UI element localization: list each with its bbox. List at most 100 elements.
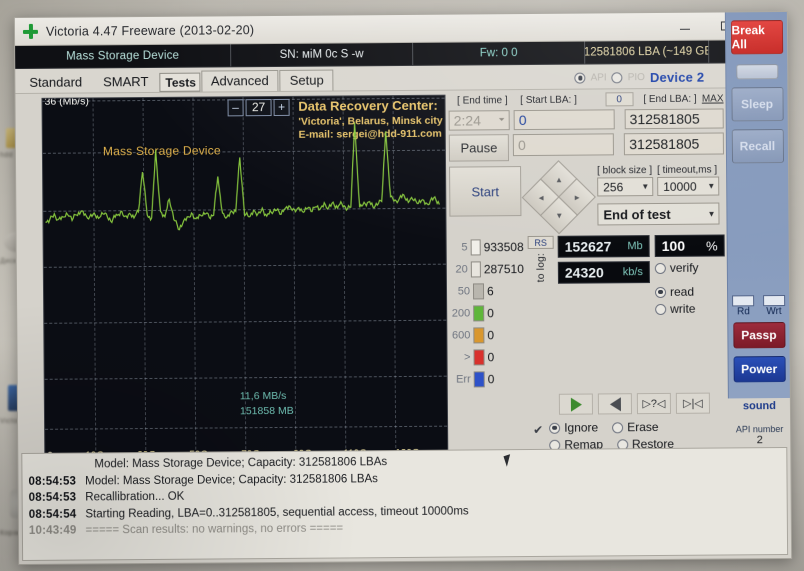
tab-standard[interactable]: Standard xyxy=(19,71,92,93)
rs-button[interactable]: RS xyxy=(527,235,554,250)
nav-skip-end-button[interactable]: ▷|◁ xyxy=(675,392,710,414)
zoom-in-button[interactable]: + xyxy=(273,98,290,117)
log-panel[interactable]: Model: Mass Storage Device; Capacity: 31… xyxy=(21,446,789,561)
end-time-value: 2:24 xyxy=(453,112,481,129)
percent-readout: 100 % xyxy=(654,234,725,258)
graph-panel: 36 (Mb/s) 31 25 20 15 10 5,2 0 0 19G 39G… xyxy=(15,91,449,480)
tab-tests[interactable]: Tests xyxy=(159,72,200,92)
percent-unit: % xyxy=(706,238,718,254)
chevron-down-icon: ▼ xyxy=(707,181,716,191)
volume-value: 152627 xyxy=(564,238,612,255)
stat-count: 0 xyxy=(487,372,495,387)
percent-value: 100 xyxy=(661,237,686,254)
break-all-button[interactable]: Break All xyxy=(730,20,783,55)
power-button[interactable]: Power xyxy=(733,356,786,383)
rd-checkbox[interactable] xyxy=(732,295,755,307)
check-icon[interactable]: ✔ xyxy=(533,423,543,437)
dpad-control[interactable]: ▲ ◄ ► ▼ xyxy=(521,160,596,235)
nav-play-button[interactable] xyxy=(558,393,593,415)
action-erase-label: Erase xyxy=(627,419,659,435)
sleep-button[interactable]: Sleep xyxy=(730,87,784,122)
right-button-column: Break All Sleep Recall Rd Wrt Passp Powe… xyxy=(724,11,790,446)
end-time-field[interactable]: 2:24 ⏷ xyxy=(448,110,510,131)
stat-swatch xyxy=(473,349,485,366)
stat-count: 0 xyxy=(487,328,495,343)
wrt-checkbox[interactable] xyxy=(762,295,785,307)
stat-swatch xyxy=(470,239,481,256)
block-size-label: [ block size ] xyxy=(597,165,653,177)
action-ignore-radio[interactable]: Ignore xyxy=(549,420,599,435)
speed-graph[interactable]: 36 (Mb/s) 31 25 20 15 10 5,2 0 0 19G 39G… xyxy=(41,94,449,462)
radio-api[interactable] xyxy=(574,72,586,84)
end-of-test-select[interactable]: End of test ▼ xyxy=(597,202,720,226)
mode-write-radio[interactable]: write xyxy=(655,301,725,316)
log-time: 08:54:54 xyxy=(28,508,77,521)
stat-row: > 0 xyxy=(450,346,524,369)
tab-smart[interactable]: SMART xyxy=(93,71,158,93)
blank-button[interactable] xyxy=(735,64,778,80)
speed-value: 24320 xyxy=(564,264,604,281)
desktop-icon-folder-label: hdd xyxy=(0,152,13,159)
stat-row: 50 6 xyxy=(450,280,524,303)
victoria-window: Victoria 4.47 Freeware (2013-02-20) ✕ Ma… xyxy=(13,10,793,566)
stat-count: 287510 xyxy=(483,262,524,277)
nav-skip-query-button[interactable]: ▷?◁ xyxy=(636,392,671,415)
stat-threshold: 5 xyxy=(461,241,468,254)
radio-pio[interactable] xyxy=(611,72,623,84)
timeout-select[interactable]: 10000 ▼ xyxy=(657,176,720,197)
speed-unit: kb/s xyxy=(622,266,643,279)
radio-icon-selected xyxy=(654,286,667,298)
nav-back-button[interactable] xyxy=(597,393,632,415)
pause-button[interactable]: Pause xyxy=(448,134,510,162)
back-icon xyxy=(609,396,621,411)
current-lba-field[interactable]: 0 xyxy=(512,133,615,157)
tab-advanced[interactable]: Advanced xyxy=(200,69,279,92)
stat-row: 200 0 xyxy=(450,302,524,325)
end-lba-field-2[interactable]: 312581805 xyxy=(624,132,724,156)
stat-swatch xyxy=(472,283,485,300)
recall-button[interactable]: Recall xyxy=(731,129,784,164)
end-lba-max-button[interactable]: MAX xyxy=(702,93,724,104)
rd-label: Rd xyxy=(736,306,750,318)
block-size-select[interactable]: 256 ▼ xyxy=(597,177,654,197)
log-time: 10:43:49 xyxy=(28,524,77,537)
zoom-out-button[interactable]: – xyxy=(227,99,244,117)
drive-serial: SN: мiM 0c S -w xyxy=(231,42,414,67)
mode-read-radio[interactable]: read xyxy=(654,284,725,299)
stat-threshold: Err xyxy=(456,373,471,386)
stat-threshold: 50 xyxy=(457,285,471,298)
mode-verify-radio[interactable]: verify xyxy=(654,260,725,275)
end-time-label: [ End time ] xyxy=(457,94,508,107)
log-message: Recallibration... OK xyxy=(85,490,185,504)
end-lba-label: [ End LBA: ] xyxy=(643,93,697,105)
action-erase-radio[interactable]: Erase xyxy=(612,419,659,435)
desktop-icon-disc-label: Диск xyxy=(0,258,17,265)
api-number-value: 2 xyxy=(756,434,763,447)
to-log-label: to log: xyxy=(535,252,547,283)
end-lba-field[interactable]: 312581805 xyxy=(624,108,724,130)
start-lba-field[interactable]: 0 xyxy=(513,109,615,131)
start-button[interactable]: Start xyxy=(449,166,522,217)
green-plus-icon xyxy=(23,24,38,39)
action-ignore-label: Ignore xyxy=(564,420,599,435)
radio-pio-label: PIO xyxy=(627,72,645,84)
stat-row: Err 0 xyxy=(451,368,525,391)
stat-count: 933508 xyxy=(483,240,524,255)
chevron-down-icon: ▼ xyxy=(554,210,563,220)
drive-firmware: Fw: 0 0 xyxy=(413,41,586,65)
radio-icon xyxy=(654,262,666,274)
mode-write-label: write xyxy=(670,301,696,316)
minimize-icon xyxy=(679,28,690,31)
drive-capacity: 312581806 LBA (~149 GB) xyxy=(585,40,710,64)
stat-count: 0 xyxy=(487,306,494,321)
stat-threshold: 200 xyxy=(451,307,471,320)
main-body: 36 (Mb/s) 31 25 20 15 10 5,2 0 0 19G 39G… xyxy=(15,11,790,483)
sound-label[interactable]: sound xyxy=(729,400,790,412)
radio-icon-selected xyxy=(549,422,561,434)
minimize-button[interactable] xyxy=(665,13,705,39)
tab-setup[interactable]: Setup xyxy=(279,69,334,91)
device-label[interactable]: Device 2 xyxy=(650,70,704,85)
start-lba-zero-button[interactable]: 0 xyxy=(604,92,634,107)
graph-zoom-stepper[interactable]: – 27 + xyxy=(227,98,290,117)
passp-button[interactable]: Passp xyxy=(732,322,785,349)
